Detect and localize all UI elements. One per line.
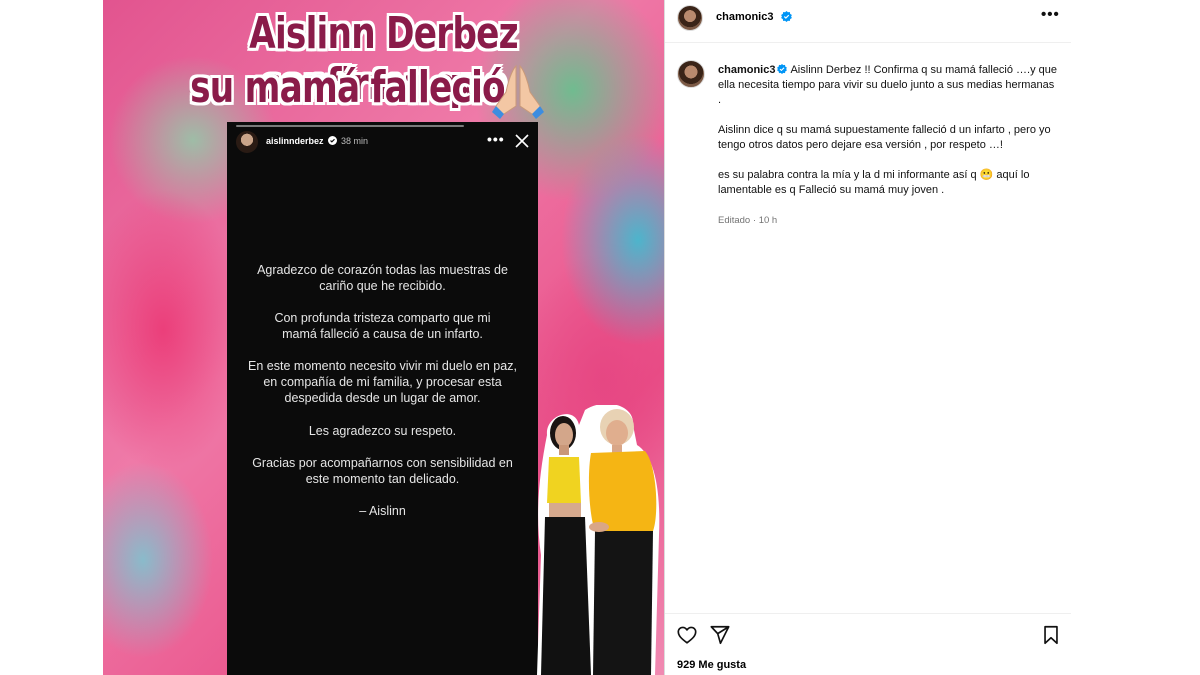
actions-divider bbox=[665, 613, 1071, 614]
author-avatar[interactable] bbox=[677, 5, 703, 31]
verified-badge-icon bbox=[781, 11, 792, 22]
caption-text: Aislinn dice q su mamá supuestamente fal… bbox=[718, 124, 1051, 151]
post-caption: chamonic3 Aislinn Derbez !! Confirma q s… bbox=[718, 63, 1058, 198]
story-time: 38 min bbox=[341, 136, 369, 146]
story-signature: – Aislinn bbox=[359, 504, 406, 518]
story-progress-bar bbox=[236, 125, 464, 127]
people-photo bbox=[537, 405, 660, 675]
likes-count[interactable]: 929 Me gusta bbox=[677, 659, 746, 671]
story-avatar bbox=[236, 131, 258, 153]
story-paragraph: Les agradezco su respeto. bbox=[308, 424, 457, 438]
story-paragraph: Agradezco de corazón todas las muestras … bbox=[257, 263, 508, 293]
praying-hands-icon bbox=[492, 64, 544, 119]
story-paragraph: Con profunda tristeza comparto que mi ma… bbox=[274, 311, 491, 341]
edited-label: Editado bbox=[718, 215, 751, 226]
verified-badge-icon bbox=[777, 64, 788, 74]
panel-divider bbox=[664, 0, 665, 675]
bookmark-icon[interactable] bbox=[1040, 624, 1062, 646]
header-divider bbox=[665, 42, 1071, 43]
edited-timestamp: Editado · 10 h bbox=[718, 215, 778, 226]
author-username[interactable]: chamonic3 bbox=[716, 11, 773, 23]
story-username: aislinnderbez bbox=[266, 136, 324, 146]
verified-badge-icon bbox=[328, 136, 337, 145]
caption-username[interactable]: chamonic3 bbox=[718, 64, 775, 76]
instagram-post-view: Aislinn Derbez confirma que su mamá fall… bbox=[0, 0, 1200, 675]
story-close-icon bbox=[515, 134, 529, 148]
caption-avatar[interactable] bbox=[677, 60, 705, 88]
post-image[interactable]: Aislinn Derbez confirma que su mamá fall… bbox=[103, 0, 664, 675]
share-icon[interactable] bbox=[709, 624, 731, 646]
story-more-icon: ••• bbox=[487, 131, 505, 147]
story-paragraph: Gracias por acompañarnos con sensibilida… bbox=[252, 456, 513, 486]
story-paragraph: En este momento necesito vivir mi duelo … bbox=[248, 359, 517, 405]
story-screenshot: aislinnderbez 38 min ••• Agradezco de co… bbox=[227, 122, 538, 675]
more-options-icon[interactable]: ••• bbox=[1041, 6, 1060, 23]
edited-time[interactable]: 10 h bbox=[759, 215, 778, 226]
heart-icon[interactable] bbox=[676, 624, 698, 646]
caption-text: es su palabra contra la mía y la d mi in… bbox=[718, 169, 1030, 196]
